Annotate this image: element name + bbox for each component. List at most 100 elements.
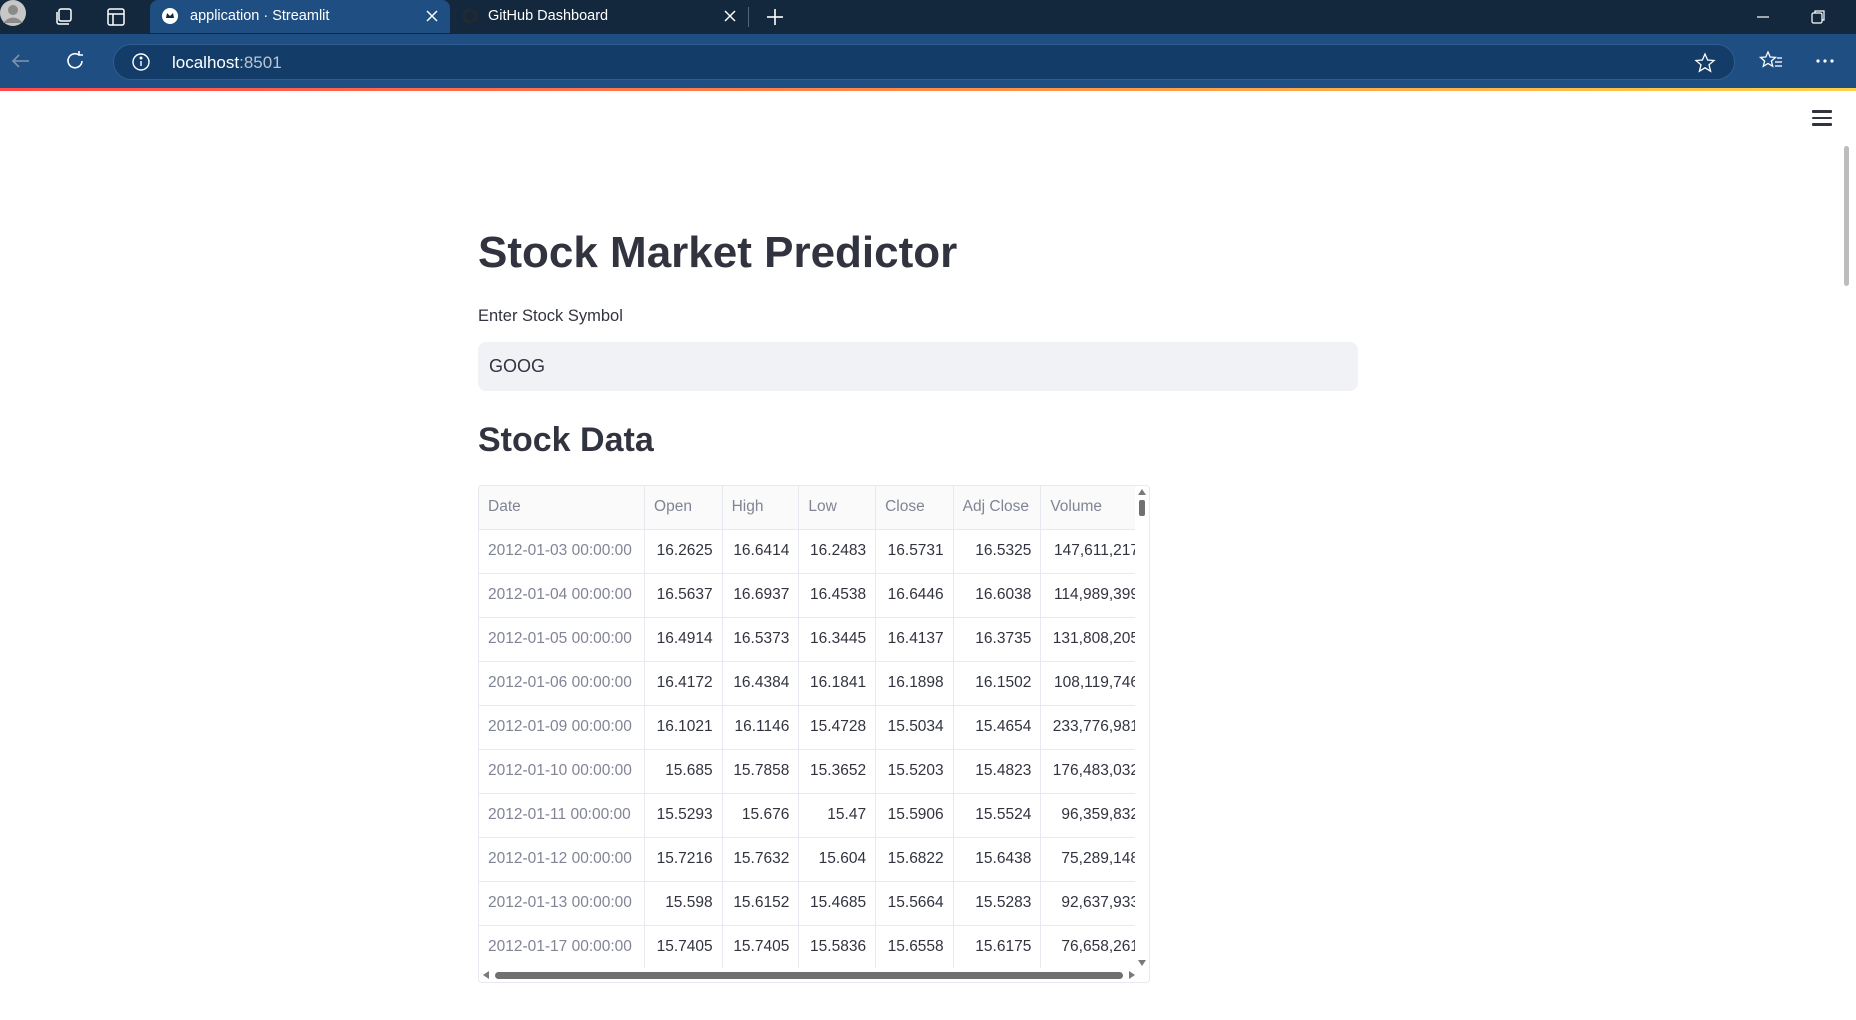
table-row[interactable]: 2012-01-13 00:00:00 15.598 15.6152 15.4685 1… xyxy=(479,881,1149,926)
table-cell[interactable]: 15.4823 xyxy=(953,749,1042,794)
table-cell[interactable]: 15.598 xyxy=(644,881,723,926)
table-cell[interactable]: 15.5906 xyxy=(875,793,954,838)
table-cell[interactable]: 15.4654 xyxy=(953,705,1042,750)
table-cell[interactable]: 108,119,746 xyxy=(1040,661,1149,706)
favorites-icon[interactable] xyxy=(1758,48,1784,74)
favorite-star-icon[interactable] xyxy=(1694,52,1716,74)
table-cell[interactable]: 15.5664 xyxy=(875,881,954,926)
back-icon[interactable] xyxy=(8,48,34,74)
table-cell[interactable]: 16.5731 xyxy=(875,529,954,574)
table-cell[interactable]: 16.1021 xyxy=(644,705,723,750)
close-tab-icon[interactable] xyxy=(722,8,738,24)
table-cell[interactable]: 76,658,261 xyxy=(1040,925,1149,970)
restore-icon[interactable] xyxy=(1805,4,1831,30)
table-cell[interactable]: 15.5034 xyxy=(875,705,954,750)
row-index-cell[interactable]: 2012-01-17 00:00:00 xyxy=(479,925,646,970)
table-cell[interactable]: 16.3735 xyxy=(953,617,1042,662)
collections-icon[interactable] xyxy=(51,4,77,30)
table-cell[interactable]: 92,637,933 xyxy=(1040,881,1149,926)
new-tab-icon[interactable] xyxy=(762,4,788,30)
table-row[interactable]: 2012-01-11 00:00:00 15.5293 15.676 15.47 15.… xyxy=(479,793,1149,838)
table-row[interactable]: 2012-01-10 00:00:00 15.685 15.7858 15.3652 1… xyxy=(479,749,1149,794)
table-cell[interactable]: 15.6438 xyxy=(953,837,1042,882)
table-cell[interactable]: 16.4538 xyxy=(798,573,877,618)
table-cell[interactable]: 16.1898 xyxy=(875,661,954,706)
table-cell[interactable]: 15.4685 xyxy=(798,881,877,926)
table-cell[interactable]: 16.4384 xyxy=(722,661,800,706)
table-horizontal-scrollbar[interactable] xyxy=(479,968,1149,982)
tab-actions-icon[interactable] xyxy=(103,4,129,30)
column-header[interactable]: Close xyxy=(875,486,954,530)
site-info-icon[interactable] xyxy=(131,52,151,72)
table-cell[interactable]: 114,989,399 xyxy=(1040,573,1149,618)
table-cell[interactable]: 15.676 xyxy=(722,793,800,838)
table-cell[interactable]: 15.7405 xyxy=(644,925,723,970)
table-cell[interactable]: 16.5637 xyxy=(644,573,723,618)
row-index-cell[interactable]: 2012-01-09 00:00:00 xyxy=(479,705,646,750)
table-cell[interactable]: 15.6175 xyxy=(953,925,1042,970)
row-index-cell[interactable]: 2012-01-06 00:00:00 xyxy=(479,661,646,706)
scroll-up-icon[interactable] xyxy=(1138,489,1146,495)
row-index-cell[interactable]: 2012-01-12 00:00:00 xyxy=(479,837,646,882)
scroll-down-icon[interactable] xyxy=(1138,960,1146,966)
table-cell[interactable]: 16.4914 xyxy=(644,617,723,662)
refresh-icon[interactable] xyxy=(62,48,88,74)
main-menu-icon[interactable] xyxy=(1812,110,1834,130)
table-cell[interactable]: 15.6152 xyxy=(722,881,800,926)
table-cell[interactable]: 16.4137 xyxy=(875,617,954,662)
table-row[interactable]: 2012-01-17 00:00:00 15.7405 15.7405 15.5836… xyxy=(479,925,1149,970)
tab-application-streamlit[interactable]: application · Streamlit xyxy=(150,0,450,33)
column-header[interactable]: Adj Close xyxy=(953,486,1042,530)
table-cell[interactable]: 16.6414 xyxy=(722,529,800,574)
column-header[interactable]: High xyxy=(722,486,800,530)
row-index-cell[interactable]: 2012-01-13 00:00:00 xyxy=(479,881,646,926)
column-header[interactable]: Open xyxy=(644,486,723,530)
row-index-cell[interactable]: 2012-01-04 00:00:00 xyxy=(479,573,646,618)
table-cell[interactable]: 16.6038 xyxy=(953,573,1042,618)
profile-avatar-icon[interactable] xyxy=(0,0,30,30)
scroll-right-icon[interactable] xyxy=(1129,971,1135,979)
row-index-cell[interactable]: 2012-01-05 00:00:00 xyxy=(479,617,646,662)
table-cell[interactable]: 15.47 xyxy=(798,793,877,838)
column-header[interactable]: Volume xyxy=(1040,486,1149,530)
table-cell[interactable]: 75,289,148 xyxy=(1040,837,1149,882)
table-cell[interactable]: 16.5373 xyxy=(722,617,800,662)
table-cell[interactable]: 16.6937 xyxy=(722,573,800,618)
table-cell[interactable]: 131,808,205 xyxy=(1040,617,1149,662)
table-cell[interactable]: 16.1841 xyxy=(798,661,877,706)
table-row[interactable]: 2012-01-05 00:00:00 16.4914 16.5373 16.3445… xyxy=(479,617,1149,662)
table-row[interactable]: 2012-01-12 00:00:00 15.7216 15.7632 15.604 1… xyxy=(479,837,1149,882)
table-cell[interactable]: 15.5293 xyxy=(644,793,723,838)
stock-symbol-input[interactable] xyxy=(478,342,1358,391)
table-row[interactable]: 2012-01-04 00:00:00 16.5637 16.6937 16.4538… xyxy=(479,573,1149,618)
table-cell[interactable]: 15.6558 xyxy=(875,925,954,970)
table-cell[interactable]: 16.3445 xyxy=(798,617,877,662)
table-cell[interactable]: 15.7405 xyxy=(722,925,800,970)
column-header[interactable]: Low xyxy=(798,486,877,530)
more-options-icon[interactable] xyxy=(1812,48,1838,74)
table-cell[interactable]: 16.1146 xyxy=(722,705,800,750)
table-cell[interactable]: 15.7216 xyxy=(644,837,723,882)
table-cell[interactable]: 15.5524 xyxy=(953,793,1042,838)
table-cell[interactable]: 15.6822 xyxy=(875,837,954,882)
table-cell[interactable]: 15.4728 xyxy=(798,705,877,750)
table-cell[interactable]: 16.2483 xyxy=(798,529,877,574)
table-cell[interactable]: 15.604 xyxy=(798,837,877,882)
table-cell[interactable]: 16.1502 xyxy=(953,661,1042,706)
close-tab-icon[interactable] xyxy=(424,8,440,24)
scroll-left-icon[interactable] xyxy=(483,971,489,979)
table-row[interactable]: 2012-01-09 00:00:00 16.1021 16.1146 15.4728… xyxy=(479,705,1149,750)
table-row[interactable]: 2012-01-03 00:00:00 16.2625 16.6414 16.2483… xyxy=(479,529,1149,574)
row-index-cell[interactable]: 2012-01-03 00:00:00 xyxy=(479,529,646,574)
table-cell[interactable]: 16.6446 xyxy=(875,573,954,618)
table-cell[interactable]: 15.5283 xyxy=(953,881,1042,926)
table-cell[interactable]: 15.7632 xyxy=(722,837,800,882)
table-cell[interactable]: 233,776,981 xyxy=(1040,705,1149,750)
address-field[interactable]: localhost:8501 xyxy=(113,44,1735,80)
row-index-cell[interactable]: 2012-01-10 00:00:00 xyxy=(479,749,646,794)
table-cell[interactable]: 176,483,032 xyxy=(1040,749,1149,794)
table-cell[interactable]: 15.3652 xyxy=(798,749,877,794)
page-scrollbar[interactable] xyxy=(1844,146,1849,286)
table-row[interactable]: 2012-01-06 00:00:00 16.4172 16.4384 16.1841… xyxy=(479,661,1149,706)
scroll-thumb[interactable] xyxy=(495,972,1123,979)
